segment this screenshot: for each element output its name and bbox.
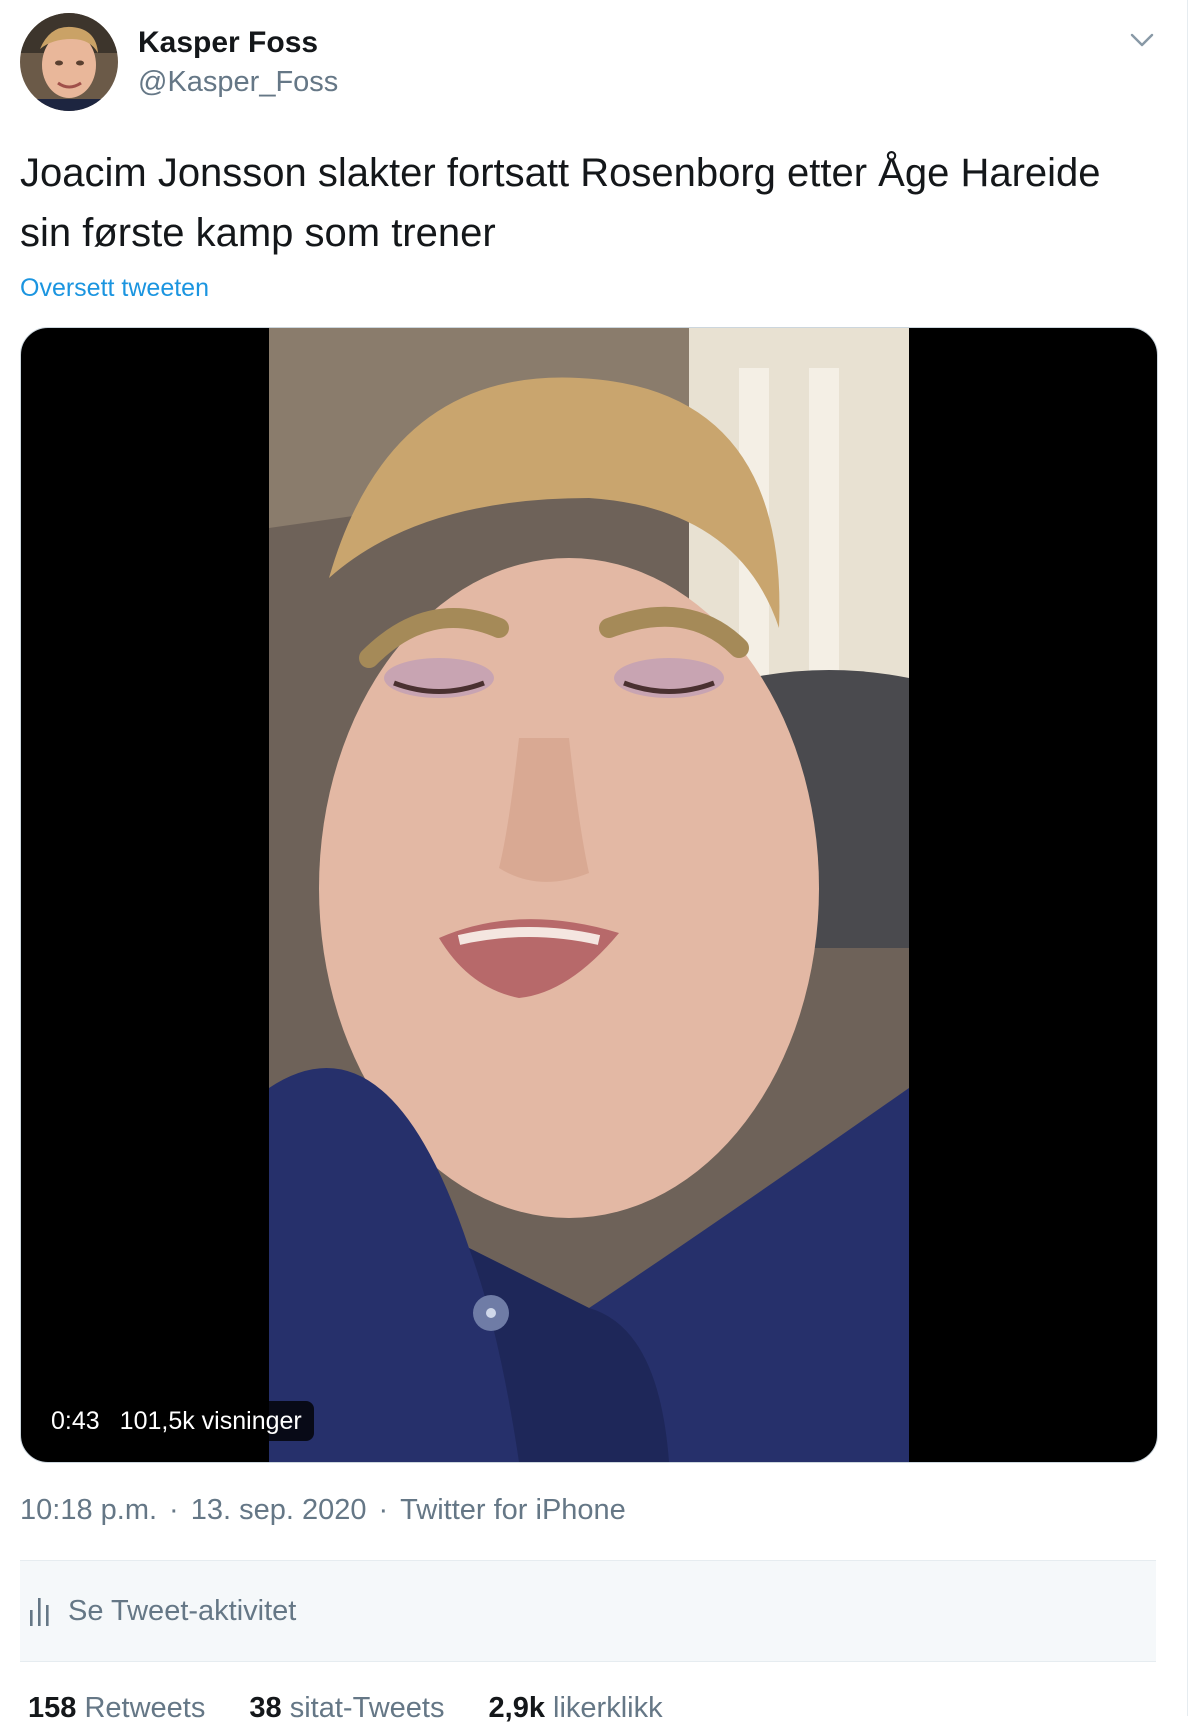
video-duration: 0:43 bbox=[51, 1406, 100, 1435]
tweet-date[interactable]: 13. sep. 2020 bbox=[191, 1494, 367, 1526]
translate-tweet-link[interactable]: Oversett tweeten bbox=[20, 274, 209, 303]
author-name[interactable]: Kasper Foss bbox=[138, 24, 318, 62]
quotes-count: 38 bbox=[249, 1692, 282, 1724]
chevron-down-icon[interactable] bbox=[1124, 22, 1160, 58]
tweet-text: Joacim Jonsson slakter fortsatt Rosenbor… bbox=[20, 151, 1101, 255]
likes-stat[interactable]: 2,9k likerklikk bbox=[489, 1692, 663, 1724]
meta-separator: · bbox=[378, 1494, 389, 1526]
quotes-label: sitat-Tweets bbox=[289, 1692, 445, 1724]
tweet-meta: 10:18 p.m. · 13. sep. 2020 · Twitter for iPh… bbox=[20, 1494, 626, 1527]
meta-separator: · bbox=[169, 1494, 179, 1526]
retweets-stat[interactable]: 158 Retweets bbox=[28, 1692, 205, 1724]
column-border bbox=[1187, 0, 1188, 1716]
retweets-label: Retweets bbox=[84, 1692, 206, 1724]
bar-chart-icon bbox=[30, 1598, 49, 1626]
likes-count: 2,9k bbox=[488, 1692, 545, 1724]
likes-label: likerklikk bbox=[553, 1692, 663, 1724]
tweet-source[interactable]: Twitter for iPhone bbox=[400, 1494, 626, 1526]
quotes-stat[interactable]: 38 sitat-Tweets bbox=[249, 1692, 444, 1724]
video-info-badge: 0:43 101,5k visninger bbox=[39, 1401, 314, 1441]
retweets-count: 158 bbox=[28, 1692, 77, 1724]
tweet-stats: 158 Retweets 38 sitat-Tweets 2,9k likerk… bbox=[28, 1692, 699, 1725]
tweet-activity-label: Se Tweet-aktivitet bbox=[68, 1594, 297, 1627]
video-views: 101,5k visninger bbox=[119, 1406, 302, 1435]
video-frame bbox=[269, 328, 909, 1462]
avatar[interactable] bbox=[20, 13, 118, 111]
video-player[interactable]: 0:43 101,5k visninger bbox=[20, 327, 1158, 1463]
tweet-activity-button[interactable]: Se Tweet-aktivitet bbox=[20, 1560, 1156, 1662]
author-handle[interactable]: @Kasper_Foss bbox=[138, 64, 338, 100]
tweet-time[interactable]: 10:18 p.m. bbox=[20, 1494, 157, 1526]
